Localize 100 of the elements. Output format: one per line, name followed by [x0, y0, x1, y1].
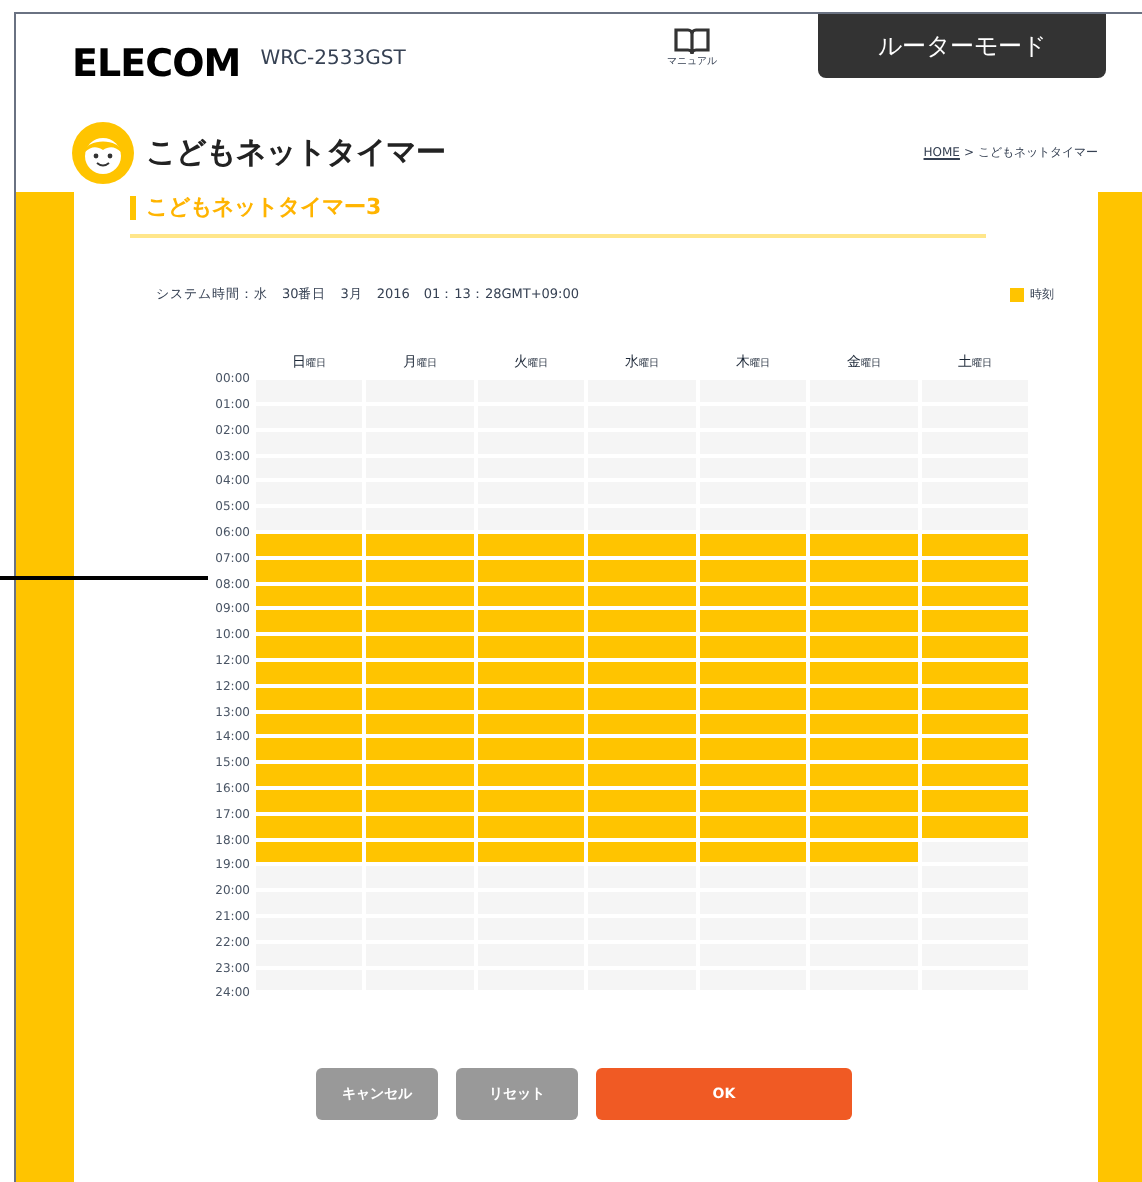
time-slot[interactable] — [255, 534, 363, 556]
time-slot[interactable] — [477, 687, 585, 710]
time-slot[interactable] — [477, 815, 585, 838]
time-slot[interactable] — [699, 764, 807, 786]
time-slot[interactable] — [810, 815, 918, 838]
time-slot[interactable] — [921, 610, 1029, 633]
time-slot[interactable] — [255, 764, 363, 786]
time-slot[interactable] — [921, 508, 1029, 531]
time-slot[interactable] — [588, 764, 696, 786]
time-slot[interactable] — [921, 662, 1029, 684]
time-slot[interactable] — [588, 534, 696, 556]
time-slot[interactable] — [699, 636, 807, 659]
time-slot[interactable] — [588, 738, 696, 761]
time-slot[interactable] — [699, 738, 807, 761]
time-slot[interactable] — [699, 662, 807, 684]
time-slot[interactable] — [588, 815, 696, 838]
time-slot[interactable] — [477, 764, 585, 786]
time-slot[interactable] — [921, 738, 1029, 761]
time-slot[interactable] — [921, 790, 1029, 812]
time-slot[interactable] — [366, 687, 474, 710]
time-slot[interactable] — [699, 841, 807, 863]
time-slot[interactable] — [477, 790, 585, 812]
time-slot[interactable] — [255, 687, 363, 710]
time-slot[interactable] — [921, 764, 1029, 786]
time-slot[interactable] — [477, 636, 585, 659]
time-slot[interactable] — [699, 713, 807, 735]
time-slot[interactable] — [588, 508, 696, 531]
time-slot[interactable] — [255, 738, 363, 761]
time-slot[interactable] — [255, 585, 363, 607]
time-slot[interactable] — [366, 662, 474, 684]
time-slot[interactable] — [255, 713, 363, 735]
heading-marker — [129, 196, 136, 221]
time-slot[interactable] — [366, 713, 474, 735]
time-slot[interactable] — [588, 687, 696, 710]
time-slot[interactable] — [588, 636, 696, 659]
time-slot[interactable] — [810, 687, 918, 710]
time-slot[interactable] — [366, 534, 474, 556]
time-slot[interactable] — [699, 610, 807, 633]
time-slot[interactable] — [477, 662, 585, 684]
time-slot[interactable] — [588, 662, 696, 684]
time-slot[interactable] — [810, 508, 918, 531]
time-slot[interactable] — [810, 662, 918, 684]
time-slot[interactable] — [477, 610, 585, 633]
time-slot[interactable] — [366, 636, 474, 659]
time-slot[interactable] — [255, 815, 363, 838]
time-slot[interactable] — [588, 841, 696, 863]
time-slot[interactable] — [477, 738, 585, 761]
time-slot[interactable] — [810, 585, 918, 607]
time-slot[interactable] — [477, 585, 585, 607]
time-slot[interactable] — [921, 585, 1029, 607]
time-slot[interactable] — [699, 534, 807, 556]
time-slot[interactable] — [255, 610, 363, 633]
time-slot[interactable] — [810, 790, 918, 812]
time-slot[interactable] — [255, 790, 363, 812]
time-slot[interactable] — [366, 585, 474, 607]
time-slot[interactable] — [366, 815, 474, 838]
time-slot[interactable] — [255, 841, 363, 863]
time-slot[interactable] — [810, 559, 918, 582]
time-slot[interactable] — [810, 636, 918, 659]
time-slot[interactable] — [477, 713, 585, 735]
time-slot[interactable] — [699, 559, 807, 582]
time-slot[interactable] — [366, 841, 474, 863]
time-slot[interactable] — [921, 559, 1029, 582]
time-slot[interactable] — [255, 559, 363, 582]
time-slot[interactable] — [921, 713, 1029, 735]
time-slot[interactable] — [588, 713, 696, 735]
time-slot[interactable] — [366, 508, 474, 531]
time-slot[interactable] — [255, 662, 363, 684]
time-slot[interactable] — [588, 585, 696, 607]
time-slot[interactable] — [699, 790, 807, 812]
time-slot[interactable] — [477, 559, 585, 582]
time-slot[interactable] — [921, 534, 1029, 556]
time-slot[interactable] — [366, 764, 474, 786]
time-slot[interactable] — [588, 559, 696, 582]
time-slot[interactable] — [699, 687, 807, 710]
time-slot[interactable] — [588, 790, 696, 812]
time-slot[interactable] — [810, 738, 918, 761]
time-slot[interactable] — [699, 815, 807, 838]
time-slot[interactable] — [921, 841, 1029, 863]
time-slot[interactable] — [810, 764, 918, 786]
time-slot[interactable] — [810, 610, 918, 633]
time-slot[interactable] — [921, 815, 1029, 838]
time-slot[interactable] — [366, 790, 474, 812]
time-slot[interactable] — [588, 610, 696, 633]
time-slot[interactable] — [477, 841, 585, 863]
time-slot[interactable] — [810, 841, 918, 863]
time-slot[interactable] — [366, 559, 474, 582]
time-slot[interactable] — [255, 508, 363, 531]
time-slot[interactable] — [921, 636, 1029, 659]
router-mode-tab[interactable]: ルーターモード — [818, 14, 1106, 78]
time-slot[interactable] — [699, 585, 807, 607]
time-slot[interactable] — [810, 713, 918, 735]
time-slot[interactable] — [255, 636, 363, 659]
time-slot[interactable] — [699, 508, 807, 531]
time-slot[interactable] — [921, 687, 1029, 710]
time-slot[interactable] — [477, 534, 585, 556]
time-slot[interactable] — [810, 534, 918, 556]
time-slot[interactable] — [366, 610, 474, 633]
time-slot[interactable] — [477, 508, 585, 531]
time-slot[interactable] — [366, 738, 474, 761]
